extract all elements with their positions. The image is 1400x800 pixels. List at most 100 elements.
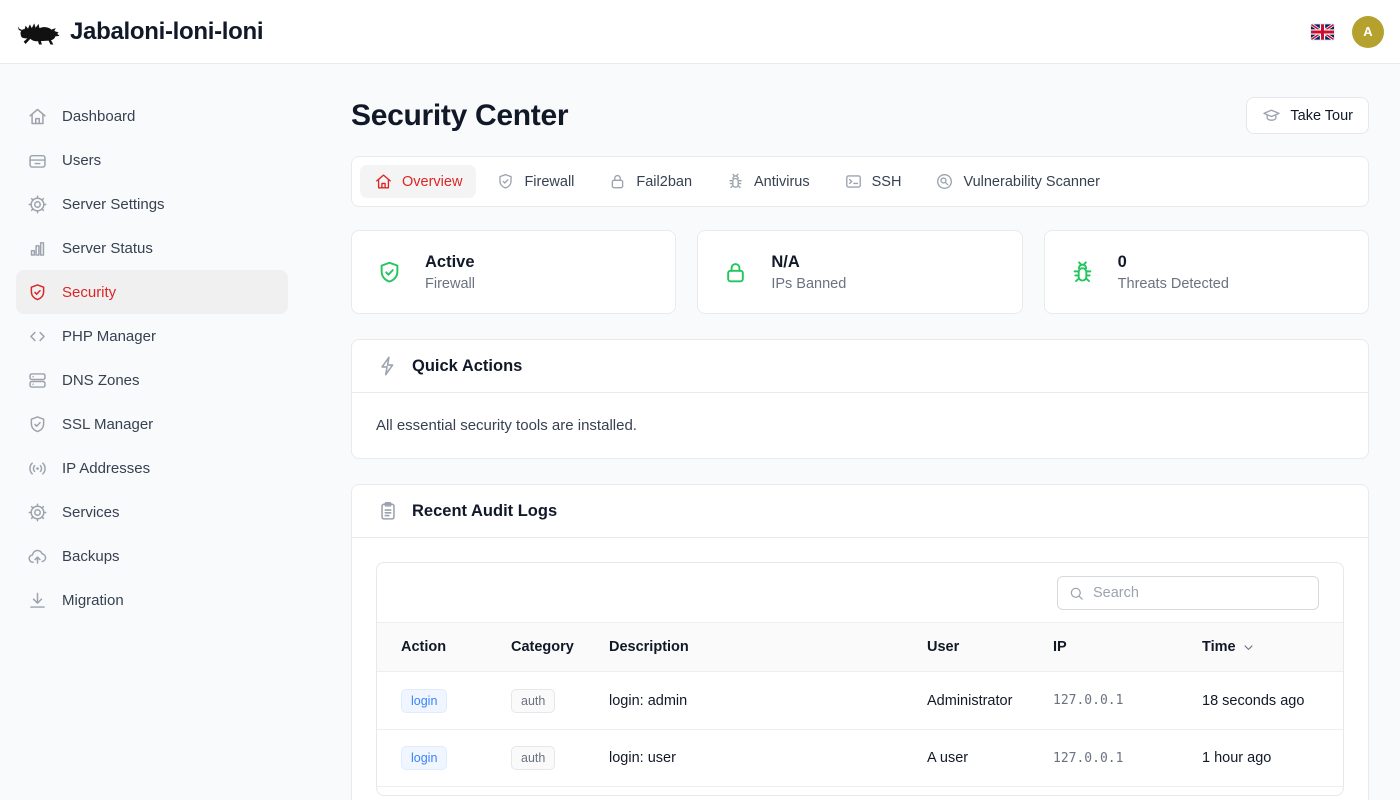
- tab-label: Overview: [402, 174, 462, 190]
- sidebar-item-label: Security: [62, 284, 116, 301]
- sidebar-item-label: SSL Manager: [62, 416, 153, 433]
- sidebar-item-users[interactable]: Users: [16, 138, 288, 182]
- user-avatar[interactable]: A: [1352, 16, 1384, 48]
- audit-search: [1057, 576, 1319, 610]
- tab-antivirus[interactable]: Antivirus: [712, 165, 824, 198]
- sidebar-item-label: Server Settings: [62, 196, 165, 213]
- tab-label: Fail2ban: [636, 174, 692, 190]
- status-card-value: 0: [1118, 253, 1229, 272]
- audit-log-row: login auth login: adminAdministrator127.0.…: [377, 672, 1343, 729]
- cell-time: 18 seconds ago: [1202, 693, 1319, 709]
- status-card-ips-banned: N/AIPs Banned: [697, 230, 1022, 314]
- terminal-icon: [844, 172, 863, 191]
- status-cards: Active Firewall N/AIPs Banned 0 Threats Dete…: [351, 230, 1369, 314]
- sidebar-item-services[interactable]: Services: [16, 490, 288, 534]
- uk-flag-icon[interactable]: [1311, 24, 1334, 40]
- action-badge: login: [401, 746, 447, 770]
- tab-firewall[interactable]: Firewall: [482, 165, 588, 198]
- column-header-user[interactable]: User: [927, 639, 1053, 655]
- sidebar-item-backups[interactable]: Backups: [16, 534, 288, 578]
- status-card-value: N/A: [771, 253, 846, 272]
- tab-label: Vulnerability Scanner: [963, 174, 1099, 190]
- sidebar: Dashboard Users Server Settings Server Stat…: [0, 64, 304, 800]
- sidebar-item-ip-addresses[interactable]: IP Addresses: [16, 446, 288, 490]
- quick-actions-title: Quick Actions: [412, 357, 522, 376]
- cell-description: login: user: [609, 750, 927, 766]
- take-tour-button[interactable]: Take Tour: [1246, 97, 1369, 134]
- page-title: Security Center: [351, 99, 568, 133]
- app-title: Jabaloni-loni-loni: [70, 18, 263, 46]
- tab-label: Antivirus: [754, 174, 810, 190]
- category-badge: auth: [511, 746, 555, 770]
- tab-vulnerability-scanner[interactable]: Vulnerability Scanner: [921, 165, 1113, 198]
- home-icon: [27, 106, 48, 127]
- shield-check-icon: [27, 282, 48, 303]
- sidebar-item-dashboard[interactable]: Dashboard: [16, 94, 288, 138]
- lock-icon: [608, 172, 627, 191]
- status-card-label: Firewall: [425, 276, 475, 292]
- column-header-description[interactable]: Description: [609, 639, 927, 655]
- column-header-ip[interactable]: IP: [1053, 639, 1202, 655]
- code-icon: [27, 326, 48, 347]
- tab-overview[interactable]: Overview: [360, 165, 476, 198]
- shield-check-icon: [27, 414, 48, 435]
- security-tabs: Overview Firewall Fail2ban Antivirus SSH Vuln…: [351, 156, 1369, 207]
- sidebar-item-label: PHP Manager: [62, 328, 156, 345]
- status-card-threats-detected: 0 Threats Detected: [1044, 230, 1369, 314]
- sidebar-item-label: Dashboard: [62, 108, 135, 125]
- gear-icon: [27, 194, 48, 215]
- cell-user: Administrator: [927, 693, 1053, 709]
- status-card-value: Active: [425, 253, 475, 272]
- cell-ip: 127.0.0.1: [1053, 693, 1202, 708]
- status-card-firewall: Active Firewall: [351, 230, 676, 314]
- category-badge: auth: [511, 689, 555, 713]
- tab-label: Firewall: [524, 174, 574, 190]
- sidebar-item-ssl-manager[interactable]: SSL Manager: [16, 402, 288, 446]
- graduation-cap-icon: [1262, 106, 1281, 125]
- sidebar-item-dns-zones[interactable]: DNS Zones: [16, 358, 288, 402]
- main-content: Security Center Take Tour Overview Firewa…: [304, 64, 1400, 800]
- column-header-category[interactable]: Category: [511, 639, 609, 655]
- download-icon: [27, 590, 48, 611]
- tab-fail2ban[interactable]: Fail2ban: [594, 165, 706, 198]
- bug-icon: [1069, 259, 1096, 286]
- shield-check-icon: [496, 172, 515, 191]
- audit-table-next-row-edge: [377, 786, 1343, 795]
- broadcast-icon: [27, 458, 48, 479]
- audit-log-row: login auth login: userA user127.0.0.11 hou…: [377, 729, 1343, 786]
- search-icon: [1068, 585, 1085, 602]
- action-badge: login: [401, 689, 447, 713]
- cell-user: A user: [927, 750, 1053, 766]
- cell-ip: 127.0.0.1: [1053, 751, 1202, 766]
- audit-logs-title: Recent Audit Logs: [412, 502, 557, 521]
- zap-icon: [377, 355, 399, 377]
- search-input[interactable]: [1093, 585, 1308, 601]
- audit-logs-card: Recent Audit Logs ActionCategoryDescript…: [351, 484, 1369, 800]
- sidebar-item-server-settings[interactable]: Server Settings: [16, 182, 288, 226]
- sidebar-item-security[interactable]: Security: [16, 270, 288, 314]
- cloud-upload-icon: [27, 546, 48, 567]
- sidebar-item-server-status[interactable]: Server Status: [16, 226, 288, 270]
- quick-actions-message: All essential security tools are install…: [376, 417, 1344, 434]
- sidebar-item-php-manager[interactable]: PHP Manager: [16, 314, 288, 358]
- audit-table: ActionCategoryDescriptionUserIPTime logi…: [376, 562, 1344, 796]
- bug-icon: [726, 172, 745, 191]
- sidebar-item-migration[interactable]: Migration: [16, 578, 288, 622]
- gear-icon: [27, 502, 48, 523]
- server-stack-icon: [27, 370, 48, 391]
- status-card-label: Threats Detected: [1118, 276, 1229, 292]
- lock-icon: [722, 259, 749, 286]
- column-header-action[interactable]: Action: [401, 639, 511, 655]
- tab-ssh[interactable]: SSH: [830, 165, 916, 198]
- sidebar-item-label: Users: [62, 152, 101, 169]
- cell-description: login: admin: [609, 693, 927, 709]
- scan-search-icon: [935, 172, 954, 191]
- quick-actions-card: Quick Actions All essential security too…: [351, 339, 1369, 459]
- drawer-icon: [27, 150, 48, 171]
- bar-chart-icon: [27, 238, 48, 259]
- cell-time: 1 hour ago: [1202, 750, 1319, 766]
- app-header: Jabaloni-loni-loni A: [0, 0, 1400, 64]
- column-header-time[interactable]: Time: [1202, 639, 1319, 655]
- sidebar-item-label: Services: [62, 504, 120, 521]
- home-icon: [374, 172, 393, 191]
